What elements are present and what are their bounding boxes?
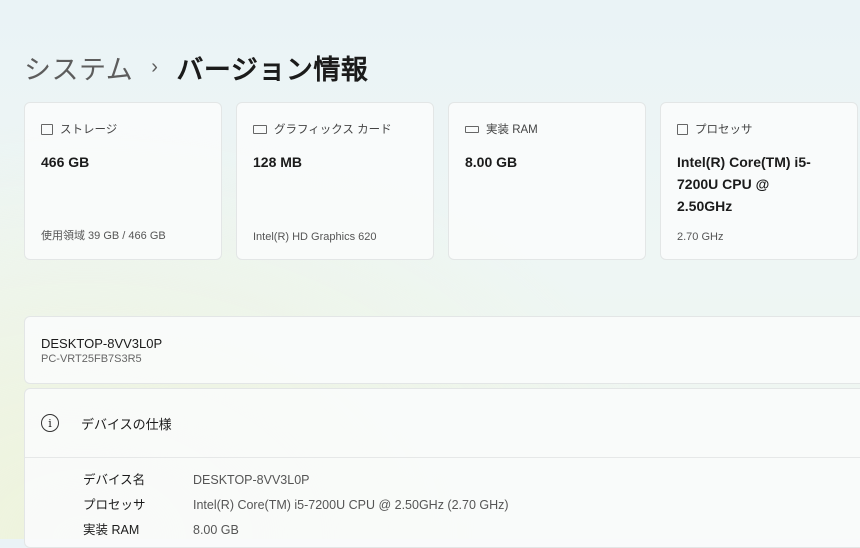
spec-key: デバイス名 [83, 473, 146, 487]
storage-icon [41, 123, 53, 135]
ram-icon [465, 125, 479, 133]
card-label: プロセッサ [695, 124, 753, 136]
device-model: PC-VRT25FB7S3R5 [41, 353, 142, 365]
spec-value: DESKTOP-8VV3L0P [193, 473, 310, 487]
card-value: 128 MB [253, 154, 303, 170]
graphics-card-icon [253, 124, 267, 134]
device-specs-title: デバイスの仕様 [81, 416, 172, 432]
storage-card[interactable]: ストレージ 466 GB 使用領域 39 GB / 466 GB [24, 102, 222, 260]
processor-card[interactable]: プロセッサ Intel(R) Core(TM) i5-7200U CPU @ 2… [660, 102, 858, 260]
card-sub: Intel(R) HD Graphics 620 [253, 231, 377, 243]
graphics-card[interactable]: グラフィックス カード 128 MB Intel(R) HD Graphics … [236, 102, 434, 260]
breadcrumb: システム › バージョン情報 [24, 48, 368, 87]
page-title: バージョン情報 [176, 55, 369, 85]
card-value: Intel(R) Core(TM) i5-7200U CPU @ 2.50GHz [677, 154, 811, 214]
card-label: ストレージ [60, 124, 118, 136]
card-value: 8.00 GB [465, 154, 518, 170]
device-name-panel: DESKTOP-8VV3L0P PC-VRT25FB7S3R5 [24, 316, 860, 384]
card-label: 実装 RAM [486, 124, 538, 136]
spec-row: プロセッサ Intel(R) Core(TM) i5-7200U CPU @ 2.… [83, 493, 860, 518]
processor-icon [677, 123, 688, 135]
card-sub: 2.70 GHz [677, 231, 724, 243]
spec-row: デバイス名 DESKTOP-8VV3L0P [83, 468, 860, 493]
device-name: DESKTOP-8VV3L0P [41, 336, 163, 351]
spec-key: 実装 RAM [83, 523, 140, 537]
card-label: グラフィックス カード [274, 124, 392, 136]
spec-key: プロセッサ [83, 498, 146, 512]
device-specs-header[interactable]: i デバイスの仕様 [25, 389, 860, 458]
chevron-right-icon: › [151, 56, 159, 78]
spec-value: Intel(R) Core(TM) i5-7200U CPU @ 2.50GHz… [193, 498, 509, 512]
breadcrumb-system-link[interactable]: システム [24, 48, 133, 87]
ram-card[interactable]: 実装 RAM 8.00 GB [448, 102, 646, 260]
card-value: 466 GB [41, 154, 90, 170]
device-specs-panel: i デバイスの仕様 デバイス名 DESKTOP-8VV3L0P プロセッサ Inte… [24, 388, 860, 548]
info-icon: i [41, 414, 59, 432]
card-sub: 使用領域 39 GB / 466 GB [41, 230, 166, 242]
spec-value: 8.00 GB [193, 523, 239, 537]
spec-row: 実装 RAM 8.00 GB [83, 518, 860, 543]
